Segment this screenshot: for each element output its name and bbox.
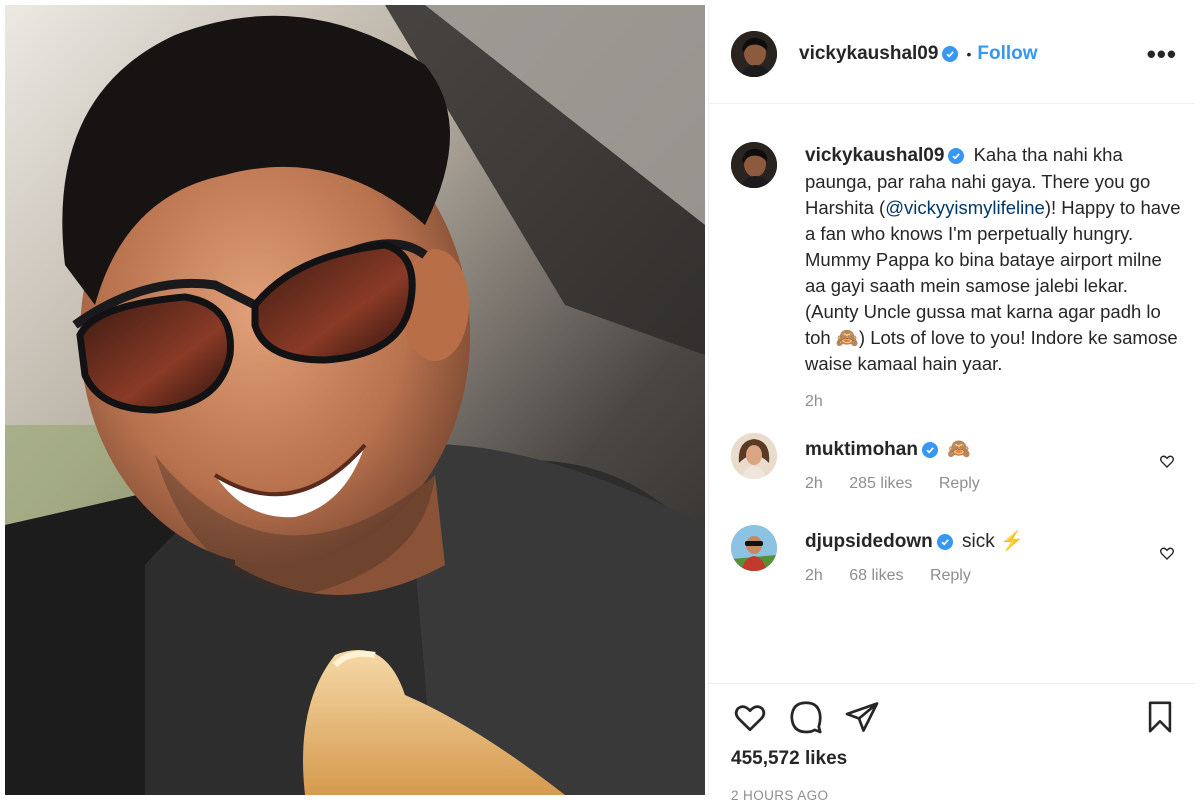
selfie-image [5,5,705,795]
avatar[interactable] [731,433,777,479]
comment-icon[interactable] [787,699,825,735]
comment-time[interactable]: 2h [805,475,823,492]
comment-likes[interactable]: 68 likes [849,567,903,584]
post-header: vickykaushal09 • Follow ••• [709,5,1195,104]
caption-row: vickykaushal09 Kaha tha nahi kha paunga,… [731,142,1181,411]
comment-item: muktimohan 🙈 2h 285 likes Reply [731,433,1177,493]
comment-body: muktimohan 🙈 [805,433,1135,463]
comment-item: djupsidedown sick ⚡ 2h 68 likes Reply [731,525,1177,585]
comment-text: sick ⚡ [962,531,1024,552]
like-count[interactable]: 455,572 likes [731,748,1177,770]
reply-button[interactable]: Reply [930,567,971,584]
action-icons [731,694,1177,740]
post-time-ago[interactable]: 2 HOURS AGO [731,788,1177,800]
caption-time[interactable]: 2h [805,393,823,410]
heart-icon[interactable] [731,699,769,735]
more-options-icon[interactable]: ••• [1147,41,1177,67]
comment-username[interactable]: djupsidedown [805,531,933,552]
post-actions: 455,572 likes 2 HOURS AGO [709,683,1195,800]
caption-text: vickykaushal09 Kaha tha nahi kha paunga,… [805,142,1185,377]
avatar[interactable] [731,525,777,571]
comment-time[interactable]: 2h [805,567,823,584]
comment-meta: 2h 285 likes Reply [805,475,1135,493]
caption-username[interactable]: vickykaushal09 [805,145,944,166]
comment-body: djupsidedown sick ⚡ [805,525,1135,555]
separator-dot: • [966,46,972,62]
comment-heart-icon[interactable] [1159,545,1175,566]
post-side-panel: vickykaushal09 • Follow ••• vickykaushal… [708,5,1195,800]
post-photo[interactable] [5,5,705,795]
mention-link[interactable]: @vickyyismylifeline [885,197,1045,218]
verified-badge-icon [936,533,953,550]
bookmark-icon[interactable] [1143,698,1177,736]
caption-body-end: )! Happy to have a fan who knows I'm per… [805,197,1181,374]
reply-button[interactable]: Reply [939,475,980,492]
avatar[interactable] [731,31,777,77]
follow-button[interactable]: Follow [977,43,1037,65]
verified-badge-icon [921,441,938,458]
comment-meta: 2h 68 likes Reply [805,567,1135,585]
comment-heart-icon[interactable] [1159,453,1175,474]
verified-badge-icon [948,148,965,165]
comment-text: 🙈 [947,439,971,460]
share-icon[interactable] [843,699,881,735]
comments-list[interactable]: vickykaushal09 Kaha tha nahi kha paunga,… [709,104,1195,684]
author-username[interactable]: vickykaushal09 [799,43,938,65]
comment-username[interactable]: muktimohan [805,439,918,460]
comment-likes[interactable]: 285 likes [849,475,912,492]
avatar[interactable] [731,142,777,188]
verified-badge-icon [942,46,959,62]
caption-meta: 2h [805,393,1185,411]
